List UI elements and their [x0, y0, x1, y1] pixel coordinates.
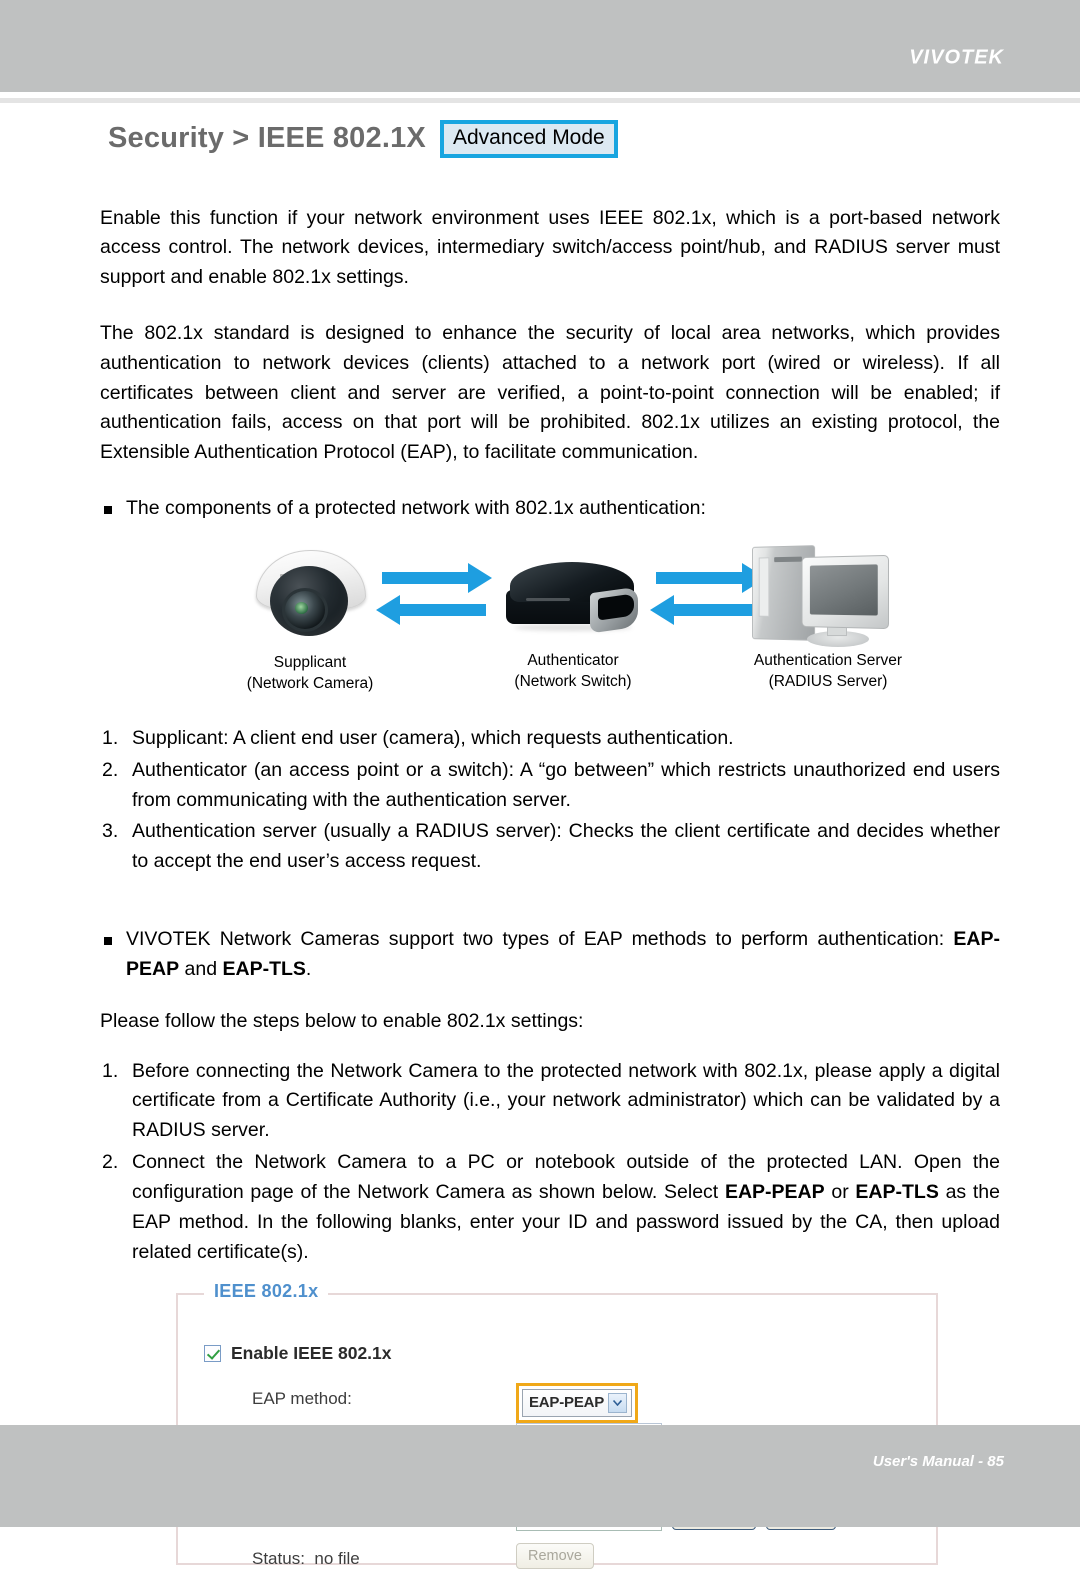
enable-ieee8021x-row[interactable]: Enable IEEE 802.1x	[204, 1343, 392, 1364]
list-marker: 2.	[102, 758, 119, 781]
diagram-node-sub: (RADIUS Server)	[768, 673, 888, 691]
arrow-left-icon	[376, 594, 486, 625]
diagram-node-name: Authentication Server	[753, 651, 903, 669]
status-value: no file	[314, 1549, 360, 1569]
list-item: 1. Supplicant: A client end user (camera…	[100, 724, 1000, 754]
list-marker: 1.	[102, 1059, 119, 1082]
page-footer: User's Manual - 85	[0, 1425, 1080, 1527]
eap-bullet-lead: VIVOTEK Network Cameras support two type…	[126, 928, 954, 951]
diagram-node-name: Supplicant	[273, 653, 347, 671]
components-bullet: The components of a protected network wi…	[100, 494, 1000, 524]
diagram-node-name: Authenticator	[527, 651, 619, 669]
list-item: 2. Connect the Network Camera to a PC or…	[100, 1148, 1000, 1267]
list-marker: 2.	[102, 1151, 119, 1174]
list-item: 1. Before connecting the Network Camera …	[100, 1057, 1000, 1146]
server-computer-icon	[745, 540, 895, 650]
enable-ieee8021x-label: Enable IEEE 802.1x	[231, 1343, 392, 1364]
diagram-caption-auth-server: Authentication Server (RADIUS Server)	[728, 650, 928, 693]
advanced-mode-badge[interactable]: Advanced Mode	[439, 120, 618, 158]
list-marker: 1.	[102, 726, 119, 749]
network-switch-icon	[498, 561, 648, 636]
diagram-node-sub: (Network Switch)	[514, 673, 632, 691]
eap-method-highlight: EAP-PEAP	[516, 1383, 638, 1424]
page-title-row: Security > IEEE 802.1X Advanced Mode	[108, 120, 1000, 158]
eap-method-select[interactable]: EAP-PEAP	[522, 1389, 632, 1418]
header-divider	[0, 98, 1080, 103]
page-header: VIVOTEK	[0, 0, 1080, 92]
standard-paragraph: The 802.1x standard is designed to enhan…	[100, 322, 1000, 464]
list-text: Authenticator (an access point or a swit…	[132, 758, 1000, 811]
list-item: 3. Authentication server (usually a RADI…	[100, 817, 1000, 877]
enable-ieee8021x-checkbox[interactable]	[204, 1345, 221, 1363]
list-text: Before connecting the Network Camera to …	[132, 1059, 1000, 1142]
step2-bold-peap: EAP-PEAP	[724, 1180, 825, 1203]
vivotek-logo: VIVOTEK	[909, 46, 1004, 69]
page-content: Security > IEEE 802.1X Advanced Mode Ena…	[100, 120, 1000, 1570]
page-title: Security > IEEE 802.1X	[108, 122, 426, 155]
components-numbered-list: 1. Supplicant: A client end user (camera…	[100, 724, 1000, 877]
arrow-right-icon	[382, 562, 492, 593]
chevron-down-icon[interactable]	[608, 1393, 627, 1414]
step2-bold-tls: EAP-TLS	[855, 1180, 939, 1203]
eap-bullet-mid: and	[179, 957, 223, 980]
eap-methods-bullet: VIVOTEK Network Cameras support two type…	[100, 925, 1000, 985]
arrow-pair-left	[376, 562, 502, 628]
arrow-right-icon	[656, 562, 766, 593]
list-text: Connect the Network Camera to a PC or no…	[132, 1151, 1000, 1262]
diagram-caption-supplicant: Supplicant (Network Camera)	[210, 652, 410, 695]
status-label: Status:	[252, 1549, 305, 1569]
eap-bullet-tail: .	[305, 957, 312, 980]
diagram-caption-authenticator: Authenticator (Network Switch)	[473, 650, 673, 693]
intro-paragraph: Enable this function if your network env…	[100, 206, 1000, 289]
step2-part2: or	[824, 1180, 856, 1203]
eap-method-label: EAP method:	[252, 1389, 352, 1409]
list-text: Supplicant: A client end user (camera), …	[132, 726, 734, 749]
footer-page-label: User's Manual - 85	[872, 1453, 1004, 1470]
eap-method-row: EAP method: EAP-PEAP	[178, 1383, 936, 1424]
dome-camera-icon	[250, 544, 370, 644]
list-marker: 3.	[102, 820, 119, 843]
steps-numbered-list: 1. Before connecting the Network Camera …	[100, 1057, 1000, 1268]
remove-button[interactable]: Remove	[516, 1543, 594, 1570]
diagram-node-sub: (Network Camera)	[246, 675, 374, 693]
status-row: Status: no file Remove	[178, 1543, 936, 1577]
list-item: 2. Authenticator (an access point or a s…	[100, 756, 1000, 816]
authentication-flow-diagram: Supplicant (Network Camera) Authenticato…	[100, 540, 1000, 710]
status-text: Status: no file	[252, 1549, 360, 1569]
eap-bullet-bold-tls: EAP-TLS	[222, 957, 306, 980]
steps-intro-paragraph: Please follow the steps below to enable …	[100, 1009, 584, 1032]
list-text: Authentication server (usually a RADIUS …	[132, 820, 1000, 873]
